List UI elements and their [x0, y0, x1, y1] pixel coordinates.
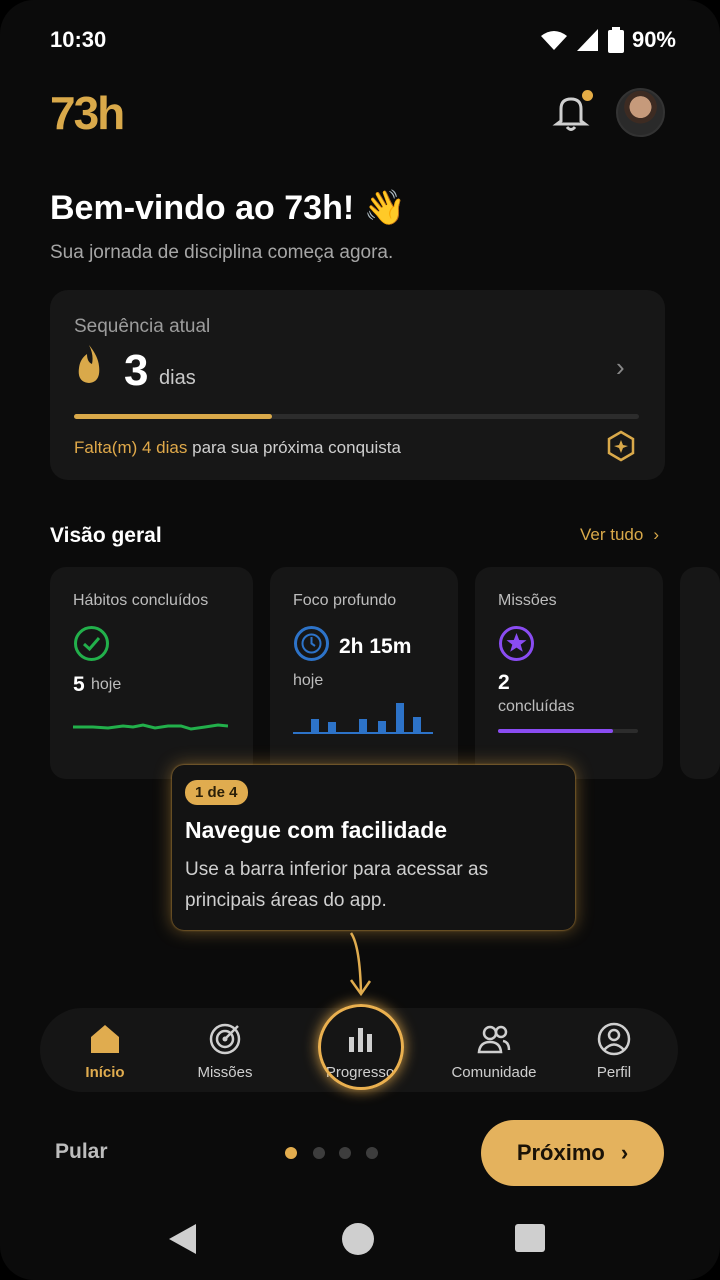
see-all-link[interactable]: Ver tudo › — [580, 525, 659, 545]
status-bar: 10:30 90% — [50, 22, 676, 58]
streak-progress-fill — [74, 414, 272, 419]
stat-sub: concluídas — [498, 698, 575, 715]
tooltip-title: Navegue com facilidade — [185, 817, 448, 843]
streak-unit: dias — [159, 367, 196, 389]
status-icons: 90% — [540, 27, 676, 53]
onboarding-tooltip: 1 de 4 Navegue com facilidade Use a barr… — [172, 765, 575, 930]
welcome-title: Bem-vindo ao 73h! 👋 — [50, 189, 406, 227]
arrow-down-icon — [349, 932, 372, 997]
stat-title: Missões — [498, 592, 557, 609]
next-label: Próximo — [516, 1140, 605, 1165]
stat-sub: hoje — [293, 672, 324, 689]
wifi-icon — [540, 31, 567, 50]
highlight-ring — [318, 1004, 404, 1090]
page-dot-4 — [366, 1147, 378, 1159]
stat-title: Foco profundo — [293, 592, 397, 609]
nav-item-missoes[interactable]: Missões — [165, 1022, 285, 1081]
notification-dot — [582, 90, 593, 101]
signal-icon — [576, 29, 598, 51]
users-icon — [477, 1025, 511, 1054]
skip-button[interactable]: Pular — [55, 1140, 108, 1164]
nav-label: Comunidade — [451, 1064, 537, 1081]
stat-card-focus[interactable]: Foco profundo 2h 15m hoje — [270, 567, 458, 779]
focus-bar-chart — [293, 703, 433, 734]
battery-level: 90% — [631, 27, 676, 52]
step-indicator: 1 de 4 — [185, 780, 248, 805]
missions-progress-bar — [498, 729, 638, 733]
home-circle-icon[interactable] — [341, 1222, 375, 1256]
stat-card-partial[interactable] — [680, 567, 720, 779]
overview-title: Visão geral — [50, 524, 162, 547]
nav-label: Missões — [197, 1064, 253, 1081]
home-icon — [91, 1025, 119, 1053]
streak-label: Sequência atual — [74, 316, 211, 337]
nav-item-perfil[interactable]: Perfil — [554, 1022, 674, 1081]
phone-screen: 10:30 90% 73h Bem-vindo ao 73h! 👋 Sua jo… — [0, 0, 720, 1280]
see-all-label: Ver tudo — [580, 525, 644, 544]
nav-item-comunidade[interactable]: Comunidade — [434, 1022, 554, 1081]
nav-item-inicio[interactable]: Início — [45, 1022, 165, 1081]
battery-icon — [607, 27, 624, 53]
stat-card-missions[interactable]: Missões 2 concluídas — [475, 567, 663, 779]
avatar[interactable] — [616, 88, 665, 137]
clock-icon — [294, 626, 329, 661]
streak-remaining: Falta(m) 4 dias — [74, 438, 188, 457]
habits-sparkline — [73, 723, 228, 731]
back-icon[interactable] — [166, 1222, 198, 1256]
next-button[interactable]: Próximo › — [481, 1120, 664, 1186]
status-time: 10:30 — [50, 27, 107, 52]
check-circle-icon — [74, 626, 109, 661]
page-dot-1 — [285, 1147, 297, 1159]
chevron-right-icon: › — [620, 1140, 629, 1165]
nav-label: Perfil — [596, 1064, 632, 1081]
profile-icon — [597, 1022, 631, 1056]
target-icon — [209, 1023, 241, 1055]
streak-footer: Falta(m) 4 dias para sua próxima conquis… — [74, 438, 401, 458]
stat-value: 2 — [498, 671, 510, 694]
chevron-right-icon: › — [616, 352, 625, 382]
missions-progress-fill — [498, 729, 613, 733]
stat-sub: hoje — [91, 676, 122, 693]
nav-label: Início — [85, 1064, 125, 1081]
page-dot-2 — [313, 1147, 325, 1159]
flame-icon — [78, 345, 100, 383]
welcome-subtitle: Sua jornada de disciplina começa agora. — [50, 242, 394, 263]
stat-value: 5 — [73, 673, 85, 696]
stat-title: Hábitos concluídos — [73, 592, 209, 609]
page-dot-3 — [339, 1147, 351, 1159]
app-logo: 73h — [50, 87, 125, 139]
stat-value: 2h 15m — [339, 635, 412, 658]
recents-icon[interactable] — [515, 1222, 545, 1254]
chevron-right-icon: › — [653, 525, 659, 544]
streak-progress-bar — [74, 414, 639, 419]
stat-card-habits[interactable]: Hábitos concluídos 5 hoje — [50, 567, 253, 779]
streak-number: 3 — [124, 346, 149, 395]
hexagon-badge-icon — [607, 430, 635, 462]
tooltip-text: Use a barra inferior para acessar as pri… — [185, 859, 489, 911]
streak-footer-text: para sua próxima conquista — [192, 438, 401, 457]
streak-card[interactable]: Sequência atual 3 dias › Falta(m) 4 dias… — [50, 290, 665, 480]
star-circle-icon — [499, 626, 534, 661]
